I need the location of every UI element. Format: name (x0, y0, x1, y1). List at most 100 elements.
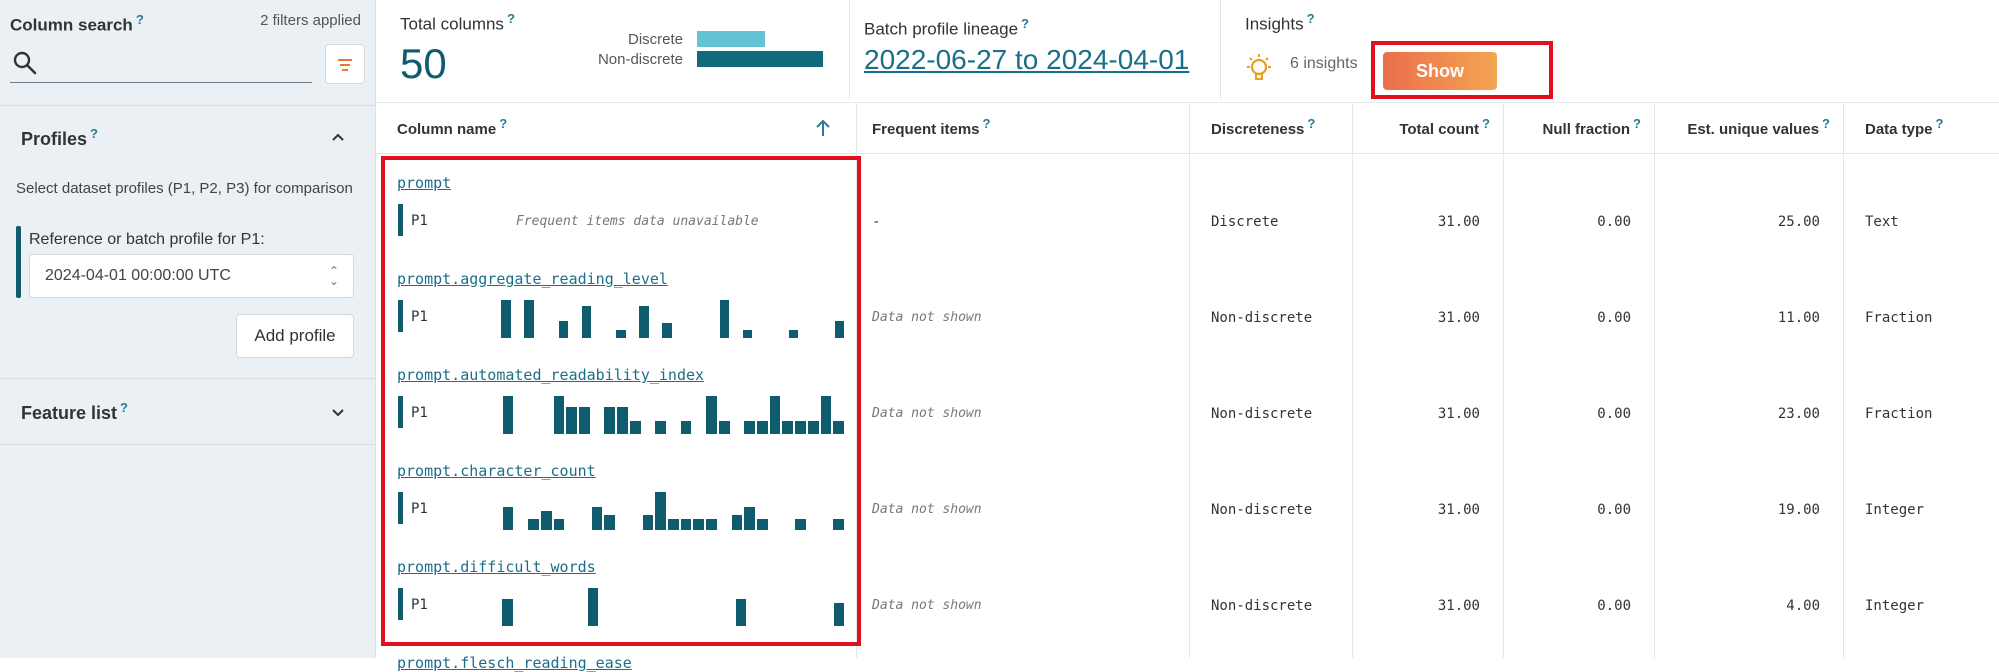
profile-tag: P1 (411, 405, 428, 421)
help-icon[interactable]: ? (1021, 16, 1029, 31)
help-icon[interactable]: ? (1822, 116, 1830, 131)
total-count-value: 31.00 (1437, 598, 1480, 614)
help-icon[interactable]: ? (1482, 116, 1490, 131)
profiles-description: Select dataset profiles (P1, P2, P3) for… (16, 180, 353, 197)
insights-count: 6 insights (1290, 55, 1358, 72)
column-name-link[interactable]: prompt.aggregate_reading_level (397, 270, 668, 288)
column-search-input[interactable] (48, 50, 312, 80)
total-columns-value: 50 (400, 40, 447, 87)
histogram-bar (782, 420, 794, 434)
divider (0, 444, 375, 445)
profiles-title: Profiles? (21, 126, 98, 149)
help-icon[interactable]: ? (1633, 116, 1641, 131)
feature-list-title: Feature list? (21, 400, 128, 423)
header-column-name[interactable]: Column name? (397, 116, 507, 138)
histogram-bar (719, 300, 730, 338)
select-updown-icon: ⌃ ⌄ (328, 264, 339, 288)
lineage-title: Batch profile lineage? (864, 16, 1029, 39)
show-insights-button[interactable]: Show Insights (1383, 52, 1497, 119)
histogram-bar (833, 420, 844, 434)
p1-indicator-bar (398, 396, 403, 428)
help-icon[interactable]: ? (507, 11, 515, 26)
frequent-items-value: - (872, 214, 881, 230)
histogram-bar (820, 396, 832, 434)
histogram-bar (502, 507, 514, 530)
help-icon[interactable]: ? (1307, 11, 1315, 26)
legend-label-discrete: Discrete (627, 31, 683, 48)
legend-bar-discrete (697, 31, 766, 47)
total-count-value: 31.00 (1437, 214, 1480, 230)
frequent-items-value: Data not shown (872, 406, 982, 421)
profile-tag: P1 (411, 309, 428, 325)
divider (0, 105, 375, 106)
header-frequent-items[interactable]: Frequent items? (872, 116, 990, 138)
header-discreteness[interactable]: Discreteness? (1211, 116, 1315, 138)
discreteness-value: Discrete (1211, 214, 1279, 230)
histogram-bar (757, 420, 768, 434)
help-icon[interactable]: ? (90, 126, 98, 141)
reference-profile-select[interactable]: 2024-04-01 00:00:00 UTC ⌃ ⌄ (29, 254, 354, 298)
histogram-bar (588, 588, 599, 626)
header-total-count[interactable]: Total count? (1352, 116, 1490, 138)
histogram-bar (769, 396, 781, 434)
histogram-bar (807, 420, 819, 434)
histogram-bar (668, 518, 679, 530)
header-unique-values[interactable]: Est. unique values? (1654, 116, 1830, 138)
chevron-up-icon[interactable] (331, 130, 345, 144)
frequent-items-value: Data not shown (872, 502, 982, 517)
data-type-value: Fraction (1865, 406, 1933, 422)
column-name-link[interactable]: prompt.flesch_reading_ease (397, 654, 632, 672)
total-count-value: 31.00 (1437, 502, 1480, 518)
frequent-items-value: Data not shown (872, 598, 982, 613)
profile-tag: P1 (411, 597, 428, 613)
data-type-value: Text (1865, 214, 1899, 230)
help-icon[interactable]: ? (499, 116, 507, 131)
column-name-link[interactable]: prompt.difficult_words (397, 558, 596, 576)
help-icon[interactable]: ? (983, 116, 991, 131)
help-icon[interactable]: ? (1936, 116, 1944, 131)
discreteness-value: Non-discrete (1211, 406, 1313, 422)
null-fraction-value: 0.00 (1597, 598, 1631, 614)
header-data-type[interactable]: Data type? (1865, 116, 1943, 138)
unique-values-value: 4.00 (1786, 598, 1820, 614)
discreteness-value: Non-discrete (1211, 310, 1313, 326)
histogram-bar (735, 599, 746, 626)
histogram-bar (528, 518, 539, 530)
sort-ascending-icon[interactable] (814, 118, 832, 138)
null-fraction-value: 0.00 (1597, 406, 1631, 422)
distribution-histogram (490, 586, 846, 626)
histogram-bar (833, 603, 844, 626)
p1-indicator-bar (16, 226, 21, 298)
histogram-bar (680, 518, 692, 530)
help-icon[interactable]: ? (136, 12, 144, 27)
histogram-bar (655, 420, 666, 434)
histogram-bar (742, 330, 753, 338)
total-count-value: 31.00 (1437, 310, 1480, 326)
lineage-range-link[interactable]: 2022-06-27 to 2024-04-01 (864, 44, 1189, 76)
column-name-link[interactable]: prompt.character_count (397, 462, 596, 480)
add-profile-button[interactable]: Add profile (236, 314, 354, 358)
header-null-fraction[interactable]: Null fraction? (1503, 116, 1641, 138)
histogram-bar (680, 420, 692, 434)
histogram-bar (566, 407, 577, 434)
histogram-bar (655, 492, 666, 530)
column-search-title: Column search? (10, 12, 144, 35)
histogram-bar (833, 518, 844, 530)
histogram-bar (579, 407, 590, 434)
p1-indicator-bar (398, 492, 403, 524)
histogram-bar (558, 320, 569, 338)
help-icon[interactable]: ? (1307, 116, 1315, 131)
histogram-bar (501, 300, 511, 338)
histogram-bar (662, 322, 672, 338)
filter-icon (338, 59, 352, 61)
histogram-bar (553, 396, 565, 434)
column-name-link[interactable]: prompt (397, 174, 451, 192)
chevron-down-icon[interactable] (331, 405, 345, 419)
help-icon[interactable]: ? (120, 400, 128, 415)
discreteness-value: Non-discrete (1211, 598, 1313, 614)
histogram-bar (757, 518, 768, 530)
filter-button[interactable] (325, 44, 365, 84)
column-separator (856, 102, 857, 658)
histogram-bar (540, 511, 552, 530)
column-name-link[interactable]: prompt.automated_readability_index (397, 366, 704, 384)
